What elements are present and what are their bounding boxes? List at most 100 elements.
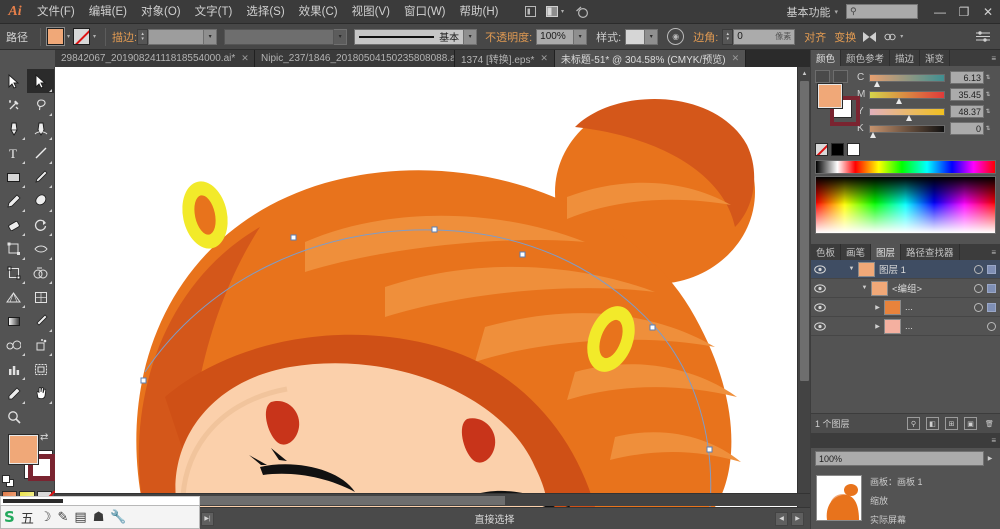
stroke-profile-dropdown-icon[interactable]: ▾ bbox=[464, 28, 478, 45]
zoom-tool[interactable] bbox=[0, 405, 27, 429]
channel-k-stepper-icon[interactable]: ⇅ bbox=[984, 125, 992, 132]
fill-color-indicator[interactable] bbox=[8, 434, 39, 465]
value-k[interactable]: 0 bbox=[950, 122, 984, 135]
window-restore-button[interactable]: ❐ bbox=[952, 0, 976, 24]
black-swatch[interactable] bbox=[831, 143, 844, 156]
isolate-selection-icon[interactable] bbox=[858, 27, 880, 47]
navigator-zoom-field[interactable]: 100% bbox=[815, 451, 984, 466]
document-tab-active[interactable]: 未标题-51* @ 304.58% (CMYK/预览) ✕ bbox=[554, 50, 747, 67]
scale-tool[interactable] bbox=[0, 237, 27, 261]
eraser-tool[interactable] bbox=[0, 213, 27, 237]
selection-tool[interactable] bbox=[0, 69, 27, 93]
shape-builder-tool[interactable] bbox=[27, 261, 54, 285]
prev-arrow-icon[interactable]: ◀ bbox=[775, 511, 788, 526]
value-y[interactable]: 48.37 bbox=[950, 105, 984, 118]
layer-row[interactable]: ▶ ... bbox=[811, 298, 1000, 317]
slider-k[interactable] bbox=[869, 124, 945, 138]
tab-color-guide[interactable]: 颜色参考 bbox=[841, 50, 891, 66]
tab-gradient[interactable]: 渐变 bbox=[920, 50, 951, 66]
expand-triangle-icon[interactable]: ▶ bbox=[871, 323, 884, 330]
color-model-icon[interactable] bbox=[833, 70, 848, 83]
ime-logo-icon[interactable]: S bbox=[4, 508, 15, 526]
visibility-icon[interactable] bbox=[811, 264, 829, 274]
document-canvas[interactable]: ▲ ▼ bbox=[55, 67, 810, 507]
ime-moon-icon[interactable]: ☽ bbox=[40, 509, 52, 525]
zoom-button[interactable]: 缩放 bbox=[870, 494, 995, 507]
none-swatch[interactable] bbox=[815, 143, 828, 156]
workspace-caret-icon[interactable]: ▾ bbox=[834, 8, 838, 16]
slider-thumb-y[interactable] bbox=[905, 114, 912, 121]
expand-triangle-icon[interactable]: ▼ bbox=[845, 266, 858, 272]
stroke-weight-stepper[interactable]: ▴ ▾ bbox=[137, 28, 149, 45]
tab-stroke[interactable]: 描边 bbox=[890, 50, 921, 66]
corner-stepper[interactable]: ▴ ▾ bbox=[722, 28, 734, 45]
artboard-tool[interactable] bbox=[27, 357, 54, 381]
slider-y[interactable] bbox=[869, 107, 945, 121]
mesh-tool[interactable] bbox=[27, 285, 54, 309]
paintbrush-tool[interactable] bbox=[27, 165, 54, 189]
target-indicator-icon[interactable] bbox=[987, 321, 996, 331]
delete-selection-icon[interactable]: 🗑 bbox=[983, 417, 996, 430]
tab-color[interactable]: 颜色 bbox=[811, 50, 842, 66]
color-spectrum-ramp[interactable] bbox=[815, 176, 996, 234]
recolor-artwork-icon[interactable]: ◉ bbox=[667, 28, 685, 45]
layer-row[interactable]: ▼ <编组> bbox=[811, 279, 1000, 298]
white-swatch[interactable] bbox=[847, 143, 860, 156]
magic-wand-tool[interactable] bbox=[0, 93, 27, 117]
artboard-selector[interactable]: 画板：画板 1 bbox=[870, 475, 995, 488]
ime-emoji-icon[interactable]: ☗ bbox=[93, 509, 105, 525]
ime-keyboard-icon[interactable]: ▤ bbox=[74, 509, 86, 525]
make-clipping-mask-icon[interactable]: ◧ bbox=[926, 417, 939, 430]
vertical-scroll-thumb[interactable] bbox=[800, 81, 809, 381]
graphic-style-swatch[interactable] bbox=[625, 28, 646, 45]
corner-field[interactable]: 0 像素 bbox=[733, 28, 796, 45]
panel-menu-icon[interactable]: ≡ bbox=[987, 436, 1000, 445]
rectangle-tool[interactable] bbox=[0, 165, 27, 189]
last-artboard-button[interactable]: ▶| bbox=[201, 511, 214, 526]
curvature-tool[interactable] bbox=[27, 117, 54, 141]
opacity-field[interactable]: 100% bbox=[536, 28, 575, 45]
slider-m[interactable] bbox=[869, 90, 945, 104]
tab-pathfinder[interactable]: 路径查找器 bbox=[901, 244, 960, 260]
close-icon[interactable]: ✕ bbox=[540, 53, 548, 64]
menu-file[interactable]: 文件(F) bbox=[30, 0, 82, 24]
layer-row[interactable]: ▶ ... bbox=[811, 317, 1000, 336]
value-m[interactable]: 35.45 bbox=[950, 88, 984, 101]
ime-pen-icon[interactable]: ✎ bbox=[57, 509, 68, 525]
canvas-vertical-scrollbar[interactable]: ▲ ▼ bbox=[797, 67, 810, 507]
menu-object[interactable]: 对象(O) bbox=[134, 0, 188, 24]
gradient-tool[interactable] bbox=[0, 309, 27, 333]
panel-options-icon[interactable] bbox=[972, 27, 994, 47]
free-transform-tool[interactable] bbox=[0, 261, 27, 285]
search-input[interactable]: ⚲ bbox=[846, 4, 918, 19]
fill-dropdown-caret-icon[interactable]: ▾ bbox=[67, 33, 70, 40]
transform-label[interactable]: 变换 bbox=[834, 29, 856, 45]
actual-size-button[interactable]: 实际屏幕 bbox=[870, 513, 995, 526]
slider-thumb-k[interactable] bbox=[870, 131, 876, 138]
expand-triangle-icon[interactable]: ▼ bbox=[858, 285, 871, 291]
default-fill-stroke-icon[interactable] bbox=[2, 475, 14, 487]
target-indicator-icon[interactable] bbox=[974, 302, 983, 312]
menu-select[interactable]: 选择(S) bbox=[239, 0, 291, 24]
menu-view[interactable]: 视图(V) bbox=[345, 0, 397, 24]
pen-tool[interactable] bbox=[0, 117, 27, 141]
symbol-sprayer-tool[interactable] bbox=[27, 333, 54, 357]
stock-icon[interactable] bbox=[571, 2, 593, 22]
layer-row[interactable]: ▼ 图层 1 bbox=[811, 260, 1000, 279]
column-graph-tool[interactable] bbox=[0, 357, 27, 381]
tab-layers[interactable]: 图层 bbox=[871, 244, 902, 260]
fill-color-swatch[interactable] bbox=[46, 27, 65, 46]
line-segment-tool[interactable] bbox=[27, 141, 54, 165]
pencil-tool[interactable] bbox=[0, 189, 27, 213]
artwork-preview-thumbnail[interactable] bbox=[816, 475, 862, 521]
next-arrow-icon[interactable]: ▶ bbox=[791, 511, 804, 526]
swap-fill-stroke-icon[interactable]: ⇄ bbox=[40, 432, 52, 444]
tab-swatches[interactable]: 色板 bbox=[811, 244, 842, 260]
blob-brush-tool[interactable] bbox=[27, 189, 54, 213]
width-tool[interactable] bbox=[27, 237, 54, 261]
document-tab[interactable]: 1374 [转换].eps* ✕ bbox=[455, 50, 555, 67]
blend-tool[interactable] bbox=[0, 333, 27, 357]
create-new-sublayer-icon[interactable]: ⊞ bbox=[945, 417, 958, 430]
align-label[interactable]: 对齐 bbox=[804, 29, 826, 45]
document-tab[interactable]: Nipic_237/1846_20180504150235808088.ai* … bbox=[255, 50, 455, 67]
